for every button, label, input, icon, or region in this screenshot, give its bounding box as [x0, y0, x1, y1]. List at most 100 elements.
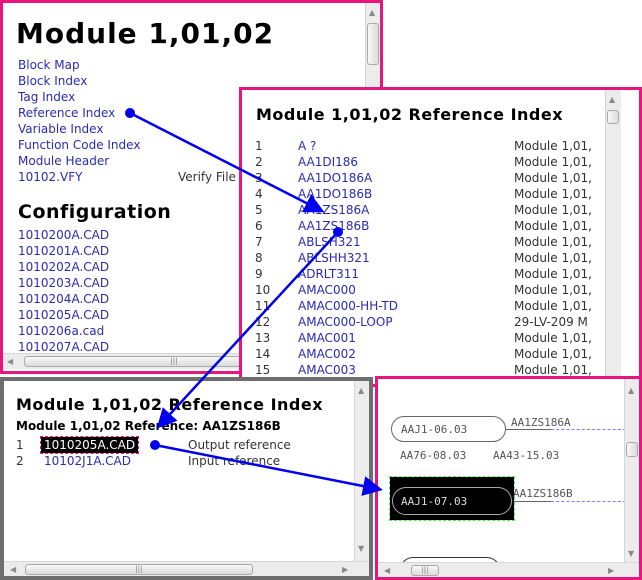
scroll-down-icon[interactable]: ▼	[628, 549, 634, 559]
module-title: Module 1,01,02	[16, 17, 275, 50]
configuration-heading: Configuration	[18, 201, 172, 223]
vertical-scrollbar[interactable]: ▲ ▼	[354, 381, 369, 561]
tag-location: Module 1,01,	[514, 203, 592, 217]
reference-index-row: 11 AMAC000-HH-TD Module 1,01,	[255, 298, 615, 314]
reference-index-row: 12 AMAC000-LOOP 29-LV-209 M	[255, 314, 615, 330]
horizontal-scrollbar[interactable]: ◀ ||| ▶	[378, 562, 639, 577]
tag-link[interactable]: AMAC002	[298, 346, 356, 362]
function-block[interactable]: AAJ1-06.03	[391, 416, 506, 442]
reference-row: 1 1010205A.CAD Output reference	[16, 436, 291, 454]
scroll-thumb[interactable]	[367, 23, 379, 65]
reference-detail-title: Module 1,01,02 Reference Index	[16, 395, 324, 414]
tag-link[interactable]: AA1DO186A	[298, 170, 372, 186]
reference-label[interactable]: AA43-15.03	[493, 449, 559, 462]
tag-link[interactable]: AMAC000	[298, 282, 356, 298]
tag-location: Module 1,01,	[514, 171, 592, 185]
tag-link[interactable]: ABLSH321	[298, 234, 361, 250]
reference-index-window: Module 1,01,02 Reference Index 1 A ? Modul…	[239, 87, 642, 387]
scroll-thumb[interactable]	[607, 110, 619, 124]
highlighted-block-selection[interactable]: AAJ1-07.03	[389, 476, 515, 521]
row-number: 6	[255, 219, 263, 233]
config-file-link[interactable]: 1010200A.CAD	[18, 227, 109, 243]
vertical-scrollbar[interactable]: ▲	[605, 90, 621, 384]
reference-index-row: 8 ABLSHH321 Module 1,01,	[255, 250, 615, 266]
link-reference-index[interactable]: Reference Index	[18, 105, 140, 121]
tag-location: Module 1,01,	[514, 251, 592, 265]
scroll-thumb[interactable]	[626, 442, 638, 457]
scroll-up-icon[interactable]: ▲	[628, 386, 634, 396]
reference-index-row: 4 AA1DO186B Module 1,01,	[255, 186, 615, 202]
tag-location: Module 1,01,	[514, 331, 592, 345]
signal-line-dashed	[551, 429, 624, 430]
tag-location: Module 1,01,	[514, 187, 592, 201]
config-file-link[interactable]: 1010202A.CAD	[18, 259, 109, 275]
tag-link[interactable]: AMAC000-HH-TD	[298, 298, 398, 314]
reference-index-row: 14 AMAC002 Module 1,01,	[255, 346, 615, 362]
reference-index-row: 9 ADRLT311 Module 1,01,	[255, 266, 615, 282]
file-link[interactable]: 10102J1A.CAD	[44, 453, 131, 469]
row-number: 3	[255, 171, 263, 185]
tag-link[interactable]: AMAC000-LOOP	[298, 314, 393, 330]
row-number: 12	[255, 315, 271, 329]
selected-file-link[interactable]: 1010205A.CAD	[39, 436, 140, 454]
cad-diagram-window: AAJ1-06.03 AA1ZS186A AA76-08.03 AA43-15.…	[375, 376, 642, 580]
row-number: 2	[255, 155, 263, 169]
link-block-map[interactable]: Block Map	[18, 57, 140, 73]
signal-label[interactable]: AA1ZS186A	[511, 416, 571, 429]
row-number: 4	[255, 187, 263, 201]
reference-index-row: 7 ABLSH321 Module 1,01,	[255, 234, 615, 250]
config-file-link[interactable]: 1010203A.CAD	[18, 275, 109, 291]
link-vfy-file[interactable]: 10102.VFY	[18, 170, 82, 184]
row-number: 7	[255, 235, 263, 249]
tag-link[interactable]: AA1ZS186B	[298, 218, 369, 234]
tag-location: 29-LV-209 M	[514, 315, 588, 329]
scroll-left-icon[interactable]: ◀	[384, 566, 390, 576]
link-module-header[interactable]: Module Header	[18, 153, 140, 169]
scroll-thumb[interactable]: |||	[25, 564, 253, 575]
scroll-left-icon[interactable]: ◀	[7, 357, 13, 367]
tag-link[interactable]: ABLSHH321	[298, 250, 370, 266]
tag-link[interactable]: AMAC003	[298, 362, 356, 378]
scroll-down-icon[interactable]: ▼	[358, 544, 364, 554]
reference-index-title: Module 1,01,02 Reference Index	[256, 105, 564, 124]
link-variable-index[interactable]: Variable Index	[18, 121, 140, 137]
row-number: 14	[255, 347, 271, 361]
row-number: 11	[255, 299, 271, 313]
row-number: 13	[255, 331, 271, 345]
reference-description: Output reference	[188, 438, 291, 452]
scroll-up-icon[interactable]: ▲	[358, 386, 364, 396]
block-label: AAJ1-06.03	[401, 423, 468, 436]
function-block[interactable]: AAJ1-07.03	[392, 487, 512, 515]
tag-link[interactable]: A ?	[298, 138, 316, 154]
link-tag-index[interactable]: Tag Index	[18, 89, 140, 105]
tag-location: Module 1,01,	[514, 155, 592, 169]
tag-link[interactable]: AA1DO186B	[298, 186, 372, 202]
scroll-up-icon[interactable]: ▲	[609, 95, 615, 105]
horizontal-scrollbar[interactable]: ◀ ||| ▶	[4, 561, 369, 576]
row-number: 10	[255, 283, 271, 297]
tag-link[interactable]: ADRLT311	[298, 266, 359, 282]
link-function-code-index[interactable]: Function Code Index	[18, 137, 140, 153]
tag-location: Module 1,01,	[514, 235, 592, 249]
config-file-link[interactable]: 1010204A.CAD	[18, 291, 109, 307]
scroll-thumb[interactable]: |||	[411, 565, 439, 576]
block-label: AAJ1-07.03	[401, 495, 468, 508]
reference-index-row: 3 AA1DO186A Module 1,01,	[255, 170, 615, 186]
config-file-link[interactable]: 1010206a.cad	[18, 323, 109, 339]
config-file-link[interactable]: 1010201A.CAD	[18, 243, 109, 259]
signal-line	[506, 429, 551, 430]
scroll-left-icon[interactable]: ◀	[10, 565, 16, 575]
scroll-right-icon[interactable]: ▶	[608, 566, 614, 576]
scroll-right-icon[interactable]: ▶	[342, 565, 348, 575]
tag-link[interactable]: AA1DI186	[298, 154, 358, 170]
signal-line-dashed	[551, 501, 624, 502]
tag-link[interactable]: AMAC001	[298, 330, 356, 346]
signal-label[interactable]: AA1ZS186B	[513, 487, 573, 500]
vertical-scrollbar[interactable]: ▲ ▼	[624, 379, 639, 562]
scroll-up-icon[interactable]: ▲	[369, 8, 375, 18]
row-number: 5	[255, 203, 263, 217]
link-block-index[interactable]: Block Index	[18, 73, 140, 89]
reference-label[interactable]: AA76-08.03	[400, 449, 466, 462]
tag-link[interactable]: AA1ZS186A	[298, 202, 369, 218]
config-file-link[interactable]: 1010205A.CAD	[18, 307, 109, 323]
